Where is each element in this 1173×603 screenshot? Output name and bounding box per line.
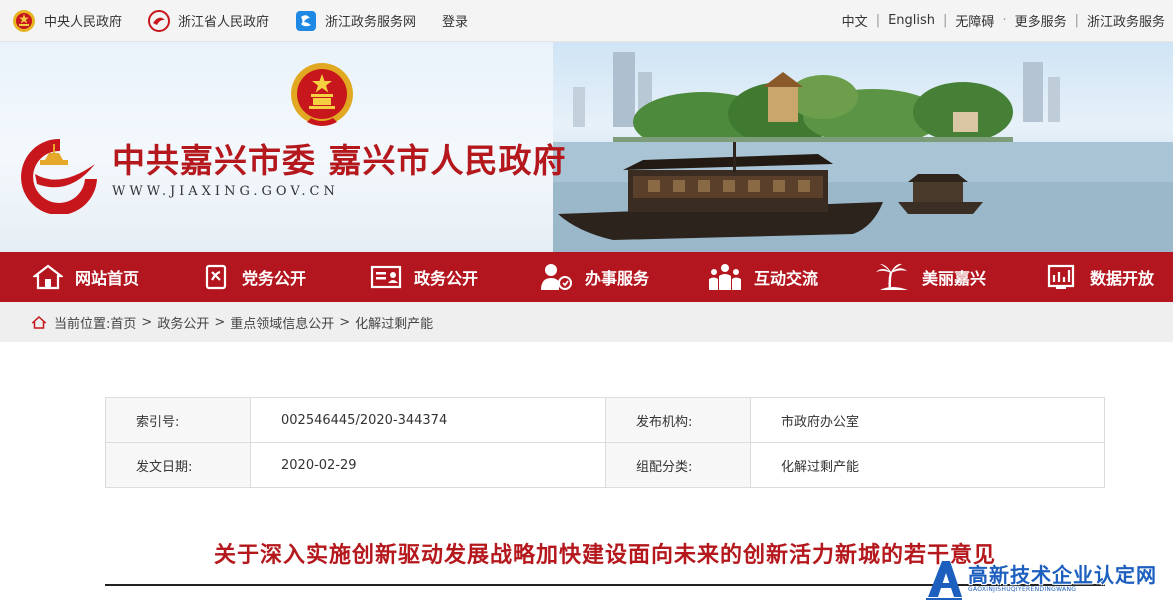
breadcrumb-home[interactable]: 首页 bbox=[110, 313, 136, 332]
breadcrumb-separator: > bbox=[214, 314, 226, 330]
home-icon bbox=[33, 264, 63, 290]
nav-item-home[interactable]: 网站首页 bbox=[33, 252, 139, 302]
gov-affairs-icon bbox=[370, 265, 402, 289]
breadcrumb-separator: > bbox=[339, 314, 351, 330]
index-label: 索引号: bbox=[105, 397, 251, 443]
login-link[interactable]: 登录 bbox=[442, 11, 468, 30]
watermark: 高新技术企业认定网 GAOXINJISHUQIYERENDINGWANG bbox=[924, 555, 1173, 603]
link-zhejiang-service-label: 浙江政务服务网 bbox=[325, 15, 417, 30]
nav-item-party-affairs[interactable]: 党务公开 bbox=[204, 252, 306, 302]
link-zhejiang-gov[interactable]: 浙江省人民政府 bbox=[148, 9, 270, 32]
top-links-left: 中央人民政府 浙江省人民政府 浙江政务服务网 登录 bbox=[0, 0, 468, 42]
separator: | bbox=[875, 13, 881, 28]
party-affairs-icon bbox=[205, 264, 227, 290]
accessibility-link[interactable]: 无障碍 bbox=[955, 11, 994, 30]
nav-item-service-label: 办事服务 bbox=[585, 269, 650, 288]
nav-item-gov-affairs[interactable]: 政务公开 bbox=[370, 252, 478, 302]
nav-item-home-label: 网站首页 bbox=[75, 269, 140, 288]
jiaxing-party-logo-icon bbox=[21, 138, 97, 214]
watermark-main-text: 高新技术企业认定网 bbox=[968, 563, 1157, 587]
category-value: 化解过剩产能 bbox=[750, 442, 1105, 488]
service-icon bbox=[541, 264, 572, 290]
breadcrumb: 当前位置: 首页 > 政务公开 > 重点领域信息公开 > 化解过剩产能 bbox=[0, 302, 1173, 342]
publisher-value: 市政府办公室 bbox=[750, 397, 1105, 443]
nav-item-interaction-label: 互动交流 bbox=[754, 269, 819, 288]
top-utility-bar: 中央人民政府 浙江省人民政府 浙江政务服务网 登录 中文 | English |… bbox=[0, 0, 1173, 42]
link-central-gov-label: 中央人民政府 bbox=[44, 15, 123, 30]
nav-item-data-open[interactable]: 数据开放 bbox=[1046, 252, 1154, 302]
home-small-icon bbox=[32, 315, 46, 329]
data-open-icon bbox=[1047, 264, 1075, 289]
watermark-logo-icon bbox=[926, 561, 962, 600]
date-label: 发文日期: bbox=[105, 442, 251, 488]
red-boat-lake-image bbox=[553, 52, 1173, 252]
national-emblem-icon bbox=[291, 63, 353, 126]
nav-item-gov-affairs-label: 政务公开 bbox=[414, 269, 479, 288]
breadcrumb-gov-affairs[interactable]: 政务公开 bbox=[157, 313, 209, 332]
nav-item-interaction[interactable]: 互动交流 bbox=[708, 252, 818, 302]
lang-english-link[interactable]: English bbox=[888, 13, 935, 28]
date-value: 2020-02-29 bbox=[250, 442, 606, 488]
watermark-text: 高新技术企业认定网 GAOXINJISHUQIYERENDINGWANG bbox=[968, 564, 1157, 594]
link-central-gov[interactable]: 中央人民政府 bbox=[12, 9, 122, 33]
document-info-table: 索引号: 002546445/2020-344374 发布机构: 市政府办公室 … bbox=[105, 397, 1105, 488]
separator: · bbox=[1002, 13, 1007, 28]
palm-tree-icon bbox=[876, 263, 908, 291]
zhejiang-gov-icon bbox=[148, 9, 171, 32]
zhejiang-service-right-link[interactable]: 浙江政务服务 bbox=[1087, 11, 1165, 30]
link-zhejiang-service[interactable]: 浙江政务服务网 bbox=[295, 10, 416, 32]
watermark-sub-text: GAOXINJISHUQIYERENDINGWANG bbox=[968, 586, 1077, 593]
lang-chinese-link[interactable]: 中文 bbox=[842, 11, 868, 30]
interaction-icon bbox=[709, 264, 741, 290]
site-title: 中共嘉兴市委 嘉兴市人民政府 bbox=[112, 141, 567, 180]
nav-item-data-open-label: 数据开放 bbox=[1090, 269, 1155, 288]
breadcrumb-prefix: 当前位置: bbox=[54, 316, 111, 332]
table-row: 索引号: 002546445/2020-344374 发布机构: 市政府办公室 bbox=[105, 397, 1105, 443]
link-zhejiang-gov-label: 浙江省人民政府 bbox=[178, 15, 270, 30]
main-nav: 网站首页 党务公开 政务公开 办事服务 互动交流 美丽嘉兴 数据开放 bbox=[0, 252, 1173, 302]
breadcrumb-separator: > bbox=[141, 314, 153, 330]
more-services-link[interactable]: 更多服务 bbox=[1015, 11, 1067, 30]
site-banner: 中共嘉兴市委 嘉兴市人民政府 WWW.JIAXING.GOV.CN bbox=[0, 42, 1173, 252]
zhejiang-service-icon bbox=[296, 10, 317, 31]
index-value: 002546445/2020-344374 bbox=[250, 397, 606, 443]
publisher-label: 发布机构: bbox=[605, 397, 751, 443]
separator: | bbox=[943, 13, 948, 28]
nav-item-service[interactable]: 办事服务 bbox=[539, 252, 649, 302]
separator: | bbox=[1074, 13, 1079, 28]
nav-item-beautiful-jiaxing[interactable]: 美丽嘉兴 bbox=[874, 252, 986, 302]
category-label: 组配分类: bbox=[605, 442, 751, 488]
site-url: WWW.JIAXING.GOV.CN bbox=[112, 184, 339, 199]
table-row: 发文日期: 2020-02-29 组配分类: 化解过剩产能 bbox=[105, 442, 1105, 488]
national-emblem-icon bbox=[13, 9, 35, 32]
top-links-right: 中文 | English | 无障碍 · 更多服务 | 浙江政务服务 bbox=[842, 11, 1173, 30]
breadcrumb-key-areas[interactable]: 重点领域信息公开 bbox=[230, 313, 334, 332]
nav-item-party-affairs-label: 党务公开 bbox=[242, 269, 307, 288]
breadcrumb-current[interactable]: 化解过剩产能 bbox=[355, 313, 433, 332]
nav-item-beautiful-jiaxing-label: 美丽嘉兴 bbox=[922, 269, 987, 288]
